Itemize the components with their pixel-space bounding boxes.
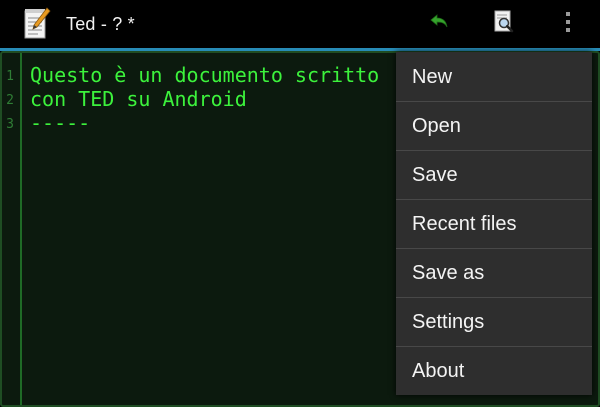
- action-bar: Ted - ? *: [0, 0, 600, 48]
- undo-button[interactable]: [420, 0, 460, 48]
- undo-icon: [430, 13, 450, 35]
- line-number-gutter: 1 2 3: [2, 53, 22, 405]
- notepad-pencil-icon[interactable]: [23, 6, 51, 40]
- overflow-menu: New Open Save Recent files Save as Setti…: [396, 52, 592, 395]
- line-number: 3: [6, 117, 14, 132]
- search-button[interactable]: [484, 0, 524, 48]
- menu-item-settings[interactable]: Settings: [396, 298, 592, 346]
- menu-item-open[interactable]: Open: [396, 102, 592, 150]
- ted-app-window: Ted - ? * 1 2 3 Questo è un documento sc…: [0, 0, 600, 407]
- menu-item-save-as[interactable]: Save as: [396, 249, 592, 297]
- menu-item-recent-files[interactable]: Recent files: [396, 200, 592, 248]
- line-number: 1: [6, 69, 14, 84]
- editor-text-line[interactable]: con TED su Android: [30, 87, 247, 111]
- document-title: Ted - ? *: [66, 14, 135, 34]
- editor-text-line[interactable]: -----: [30, 111, 90, 135]
- editor-text-line[interactable]: Questo è un documento scritto: [30, 63, 379, 87]
- menu-item-save[interactable]: Save: [396, 151, 592, 199]
- search-document-icon: [493, 10, 515, 39]
- menu-item-new[interactable]: New: [396, 53, 592, 101]
- line-number: 2: [6, 93, 14, 108]
- menu-item-about[interactable]: About: [396, 347, 592, 395]
- overflow-menu-button[interactable]: [550, 0, 586, 48]
- overflow-menu-icon: [565, 11, 571, 38]
